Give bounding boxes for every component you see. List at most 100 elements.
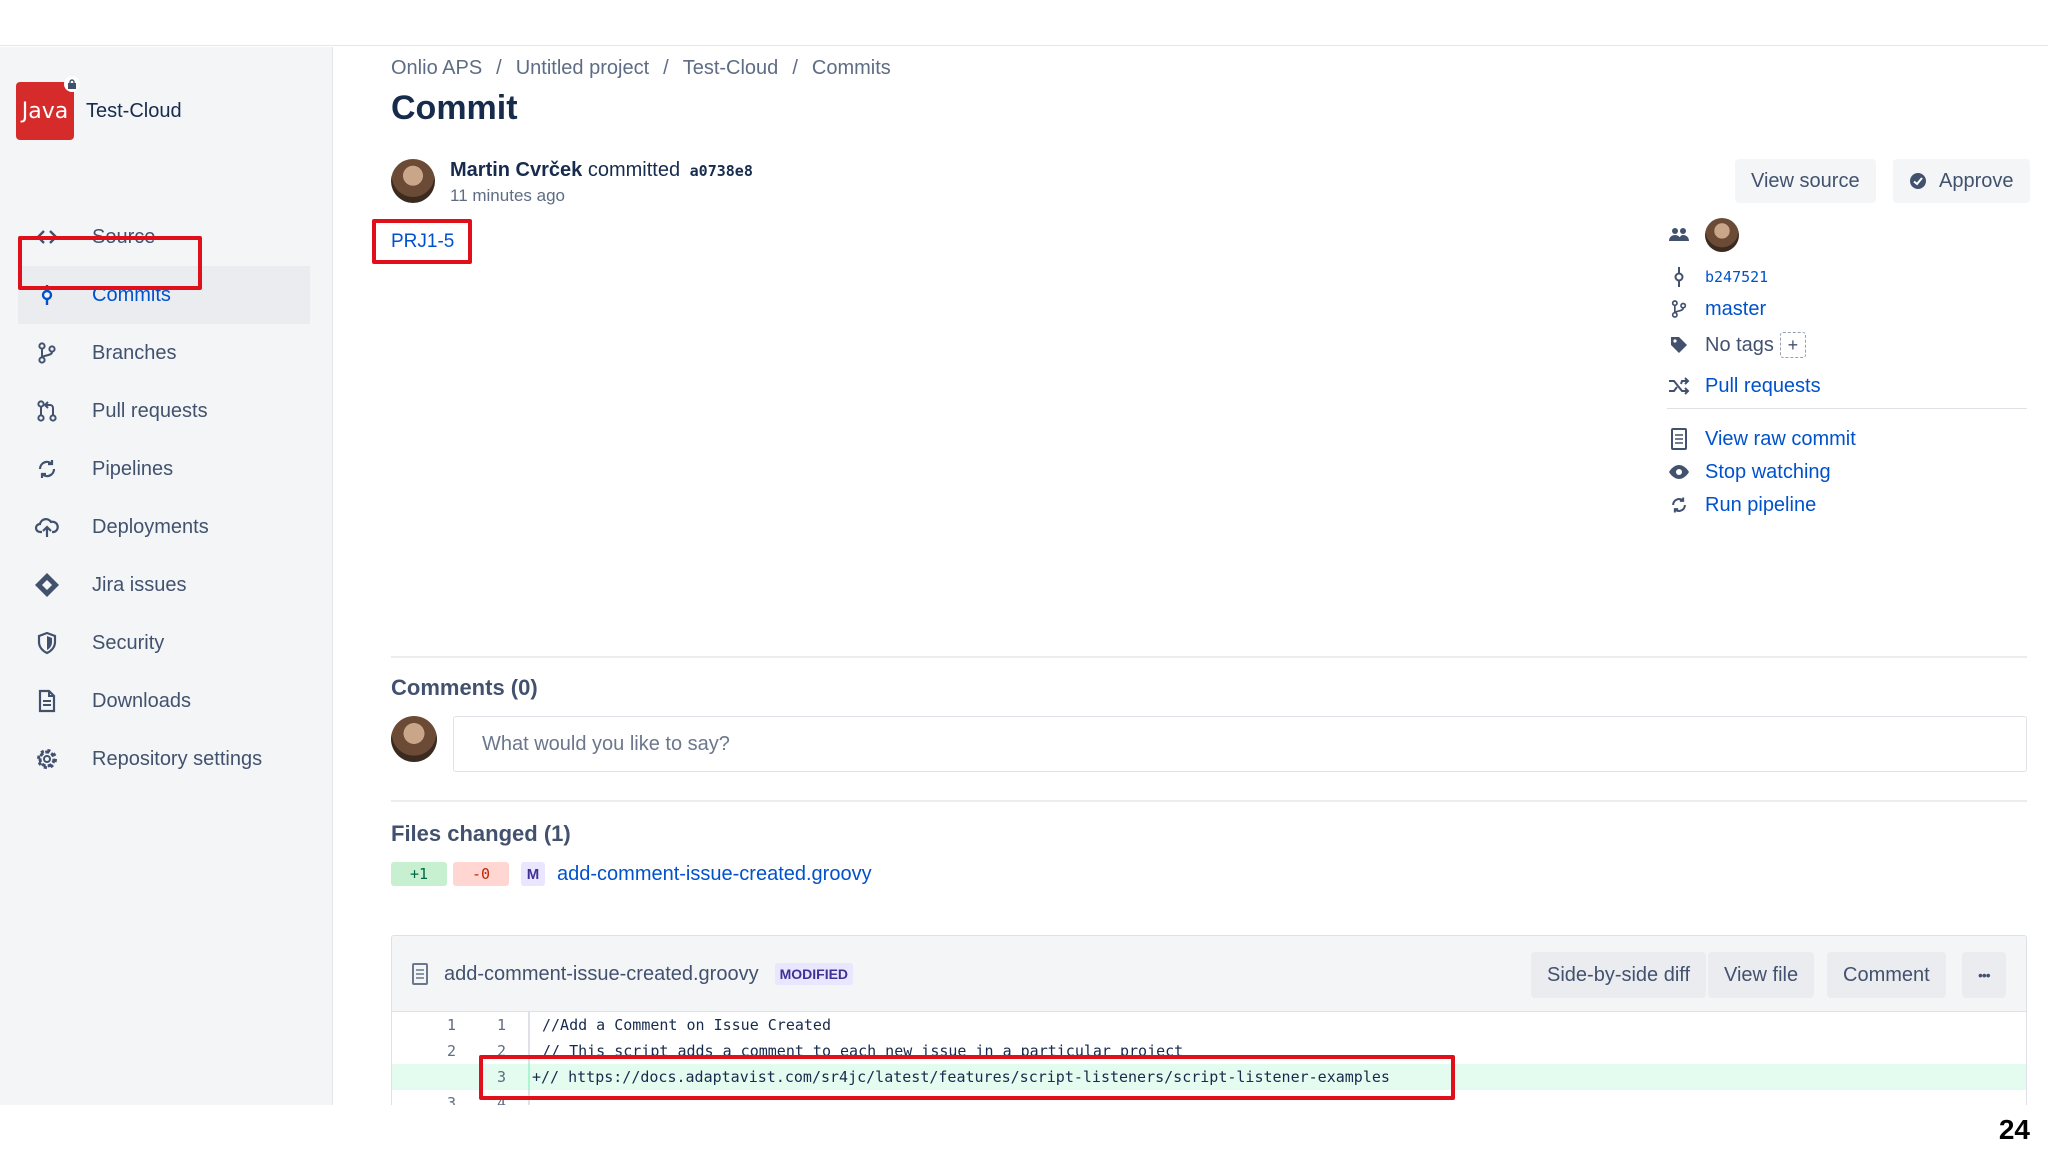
sidebar-item-deployments[interactable]: Deployments	[18, 498, 310, 556]
sidebar-item-label: Commits	[92, 283, 171, 306]
commit-icon	[1667, 265, 1691, 289]
more-options-button[interactable]: •••	[1962, 952, 2006, 998]
line-content: +// https://docs.adaptavist.com/sr4jc/la…	[532, 1068, 1390, 1086]
commit-time: 11 minutes ago	[450, 186, 565, 205]
files-changed-title: Files changed (1)	[391, 821, 571, 846]
document-icon	[410, 963, 432, 985]
lines-added-badge: +1	[391, 862, 447, 886]
modified-badge: MODIFIED	[774, 963, 854, 985]
breadcrumb: Onlio APS / Untitled project / Test-Cloud / Co…	[391, 57, 891, 80]
avatar[interactable]	[391, 159, 435, 203]
sidebar-item-repository-settings[interactable]: Repository settings	[18, 730, 310, 788]
pull-requests-link[interactable]: Pull requests	[1705, 375, 1821, 398]
run-pipeline-row: Run pipeline	[1667, 493, 1816, 517]
sidebar-item-pipelines[interactable]: Pipelines	[18, 440, 310, 498]
commit-verb: committed	[587, 159, 681, 181]
sidebar-item-label: Pull requests	[92, 399, 208, 422]
document-icon	[1667, 427, 1691, 451]
new-line-number: 1	[496, 1016, 506, 1034]
sidebar-item-label: Pipelines	[92, 457, 174, 480]
sidebar-item-jira-issues[interactable]: Jira issues	[18, 556, 310, 614]
parent-commit-row: b247521	[1667, 265, 1768, 289]
changed-file-row: +1 -0 M add-comment-issue-created.groovy	[391, 862, 872, 886]
view-raw-commit-link[interactable]: View raw commit	[1705, 428, 1856, 451]
side-by-side-diff-button[interactable]: Side-by-side diff	[1531, 952, 1707, 998]
sidebar-item-pull-requests[interactable]: Pull requests	[18, 382, 310, 440]
bottom-band	[0, 1105, 2048, 1152]
sidebar-item-label: Downloads	[92, 689, 191, 712]
changed-file-link[interactable]: add-comment-issue-created.groovy	[557, 863, 872, 886]
repo-header[interactable]: Java Test-Cloud	[16, 76, 182, 140]
line-content: //Add a Comment on Issue Created	[542, 1016, 831, 1034]
gear-icon	[30, 742, 64, 776]
sidebar-item-downloads[interactable]: Downloads	[18, 672, 310, 730]
eye-icon	[1667, 460, 1691, 484]
add-tag-button[interactable]: +	[1779, 332, 1806, 358]
branch-icon	[30, 336, 64, 370]
pull-request-icon	[30, 394, 64, 428]
line-content: // This script adds a comment to each ne…	[542, 1042, 1184, 1060]
diff-line: 2 2 // This script adds a comment to eac…	[392, 1038, 2026, 1064]
sidebar-item-label: Source	[92, 225, 156, 248]
check-circle-icon	[1909, 172, 1927, 190]
sidebar-item-label: Deployments	[92, 515, 209, 538]
jira-icon	[30, 568, 64, 602]
approve-label: Approve	[1939, 169, 2014, 192]
diff-code: 1 1 //Add a Comment on Issue Created 2 2…	[392, 1012, 2026, 1116]
sidebar-item-label: Security	[92, 631, 165, 654]
divider	[391, 800, 2027, 802]
view-raw-row: View raw commit	[1667, 427, 1856, 451]
sidebar-item-branches[interactable]: Branches	[18, 324, 310, 382]
branch-icon	[1667, 297, 1691, 321]
top-bar	[0, 0, 2048, 46]
branch-row: master	[1667, 297, 1766, 321]
view-file-button[interactable]: View file	[1708, 952, 1815, 998]
breadcrumb-item[interactable]: Test-Cloud	[683, 57, 779, 79]
sidebar-item-security[interactable]: Security	[18, 614, 310, 672]
code-icon	[30, 220, 64, 254]
commit-icon	[30, 278, 64, 312]
comment-input[interactable]: What would you like to say?	[453, 716, 2027, 772]
shuffle-icon	[1667, 374, 1691, 398]
sidebar-item-commits[interactable]: Commits	[18, 266, 310, 324]
sidebar-item-label: Repository settings	[92, 747, 263, 770]
people-icon	[1667, 223, 1691, 247]
commit-author-row: Martin Cvrček committed a0738e8 11 minut…	[391, 159, 753, 206]
author-name[interactable]: Martin Cvrček	[450, 159, 582, 181]
participant-avatar[interactable]	[1705, 218, 1739, 252]
approve-button[interactable]: Approve	[1893, 159, 2030, 203]
shield-icon	[30, 626, 64, 660]
breadcrumb-item[interactable]: Untitled project	[516, 57, 649, 79]
slide-number: 24	[1998, 1114, 2030, 1145]
repo-avatar-text: Java	[21, 98, 69, 124]
lock-icon	[64, 76, 80, 92]
diff-line: 1 1 //Add a Comment on Issue Created	[392, 1012, 2026, 1038]
sidebar-item-source[interactable]: Source	[18, 208, 310, 266]
diff-line-added: 3 +// https://docs.adaptavist.com/sr4jc/…	[392, 1064, 2026, 1090]
old-line-number: 1	[446, 1016, 456, 1034]
participants-row	[1667, 218, 1739, 252]
stop-watching-link[interactable]: Stop watching	[1705, 461, 1831, 484]
view-source-button[interactable]: View source	[1735, 159, 1876, 203]
branch-link[interactable]: master	[1705, 298, 1766, 321]
breadcrumb-item[interactable]: Onlio APS	[391, 57, 482, 79]
breadcrumb-separator: /	[663, 57, 669, 79]
parent-commit-link[interactable]: b247521	[1705, 268, 1768, 286]
watch-row: Stop watching	[1667, 460, 1831, 484]
breadcrumb-item[interactable]: Commits	[812, 57, 891, 79]
repo-name[interactable]: Test-Cloud	[86, 100, 182, 123]
file-icon	[30, 684, 64, 718]
cloud-upload-icon	[30, 510, 64, 544]
comment-button[interactable]: Comment	[1827, 952, 1946, 998]
page-title: Commit	[391, 89, 518, 127]
file-diff-header: add-comment-issue-created.groovy MODIFIE…	[392, 936, 2026, 1012]
pull-requests-row: Pull requests	[1667, 374, 1821, 398]
issue-link[interactable]: PRJ1-5	[391, 231, 454, 253]
tag-icon	[1667, 333, 1691, 357]
divider	[1667, 408, 2027, 409]
lines-removed-badge: -0	[453, 862, 509, 886]
run-pipeline-link[interactable]: Run pipeline	[1705, 494, 1816, 517]
tags-label: No tags	[1705, 333, 1774, 356]
new-line-number: 2	[496, 1042, 506, 1060]
diff-file-name: add-comment-issue-created.groovy	[444, 962, 759, 985]
